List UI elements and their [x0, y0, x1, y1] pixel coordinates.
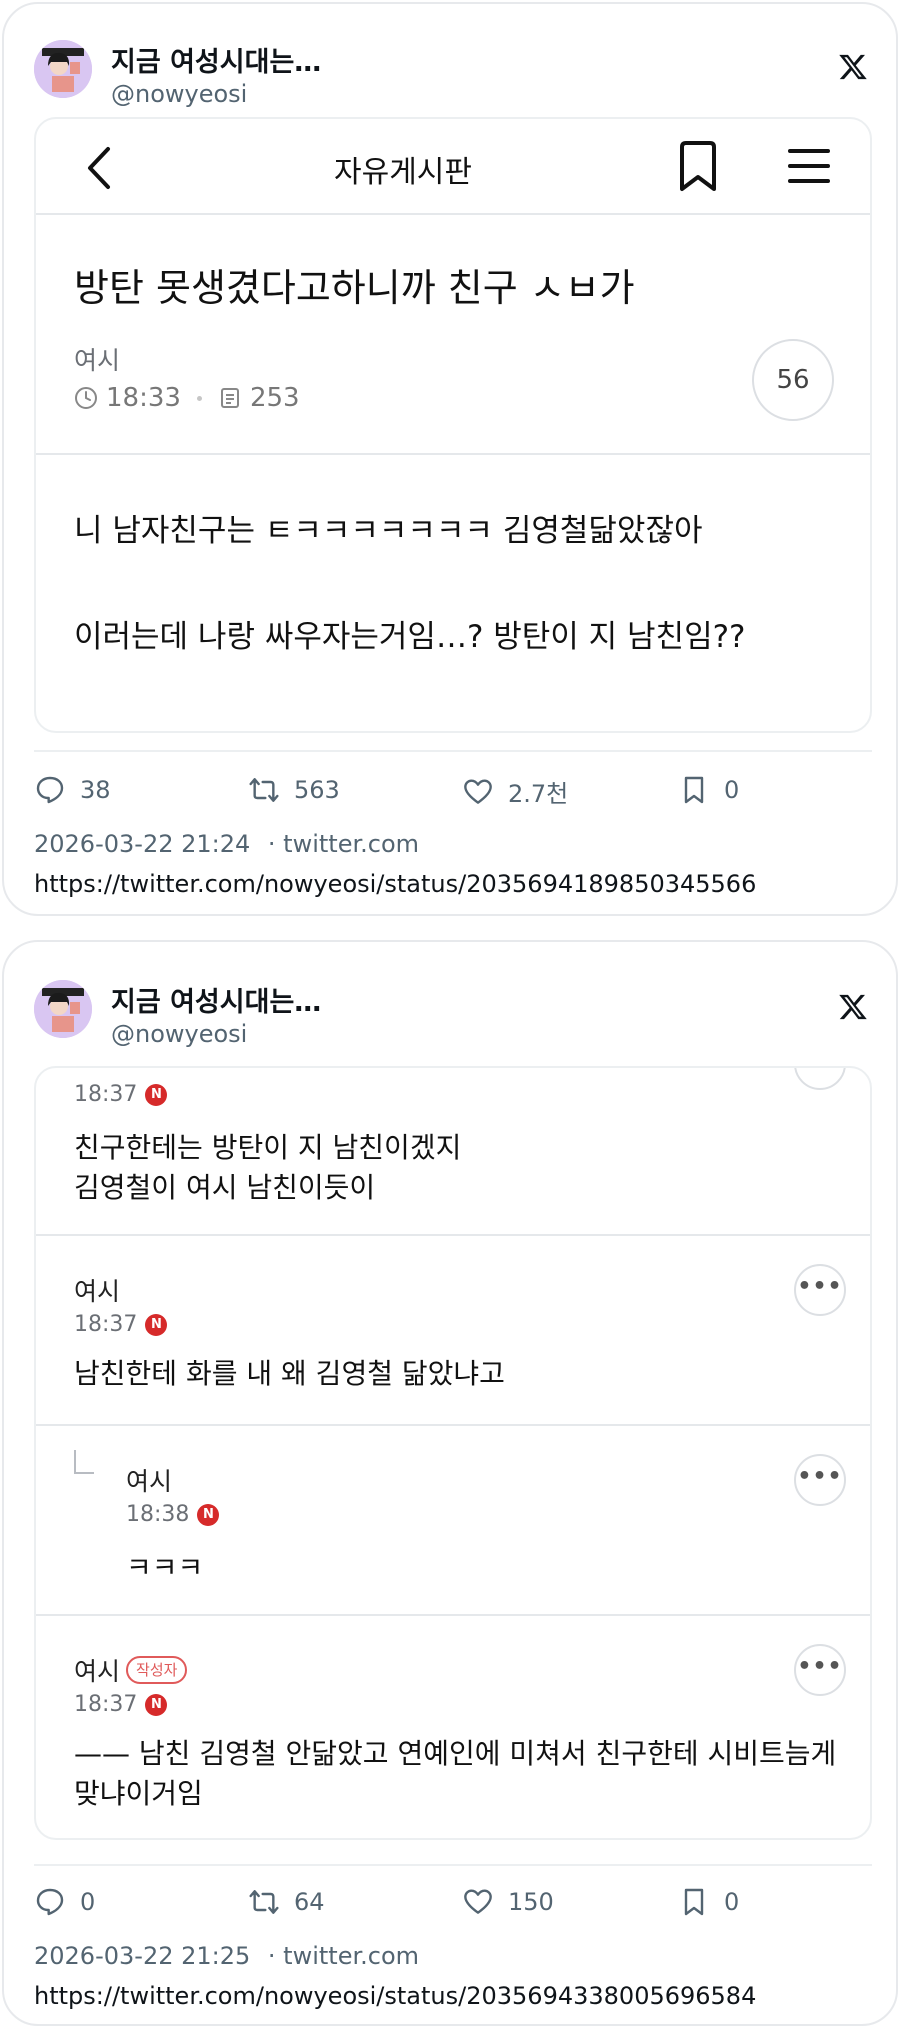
more-options-button[interactable]: •••: [794, 1644, 846, 1696]
like-count: 150: [508, 1888, 554, 1916]
comment-count-button[interactable]: 56: [752, 339, 834, 421]
bookmark-icon[interactable]: [676, 139, 720, 195]
divider: [34, 750, 872, 752]
more-options-button[interactable]: •••: [794, 1454, 846, 1506]
retweet-count: 563: [294, 776, 340, 804]
new-badge: N: [145, 1313, 168, 1336]
document-icon: [220, 388, 239, 408]
tweet-header: 지금 여성시대는… @nowyeosi: [4, 4, 896, 114]
post-title: 방탄 못생겼다고하니까 친구 ㅅㅂ가: [74, 266, 635, 310]
x-logo-icon[interactable]: [838, 52, 868, 82]
timestamp-text: 2026-03-22 21:24: [34, 830, 251, 858]
timestamp-text: 2026-03-22 21:25: [34, 1942, 251, 1970]
retweet-button[interactable]: 563: [248, 774, 340, 806]
tweet-card[interactable]: 지금 여성시대는… @nowyeosi ••• 18:37 N 친구한테는 방탄…: [2, 940, 898, 2026]
post-meta: 18:33 253: [74, 383, 300, 413]
avatar[interactable]: [34, 980, 92, 1038]
tweet-timestamp[interactable]: 2026-03-22 21:24 · twitter.com: [34, 830, 419, 858]
comment-author[interactable]: 여시 작성자: [74, 1652, 188, 1688]
x-logo-icon[interactable]: [838, 992, 868, 1022]
post-author[interactable]: 여시: [74, 341, 120, 377]
comment-item: 여시 작성자 18:37 N ••• —— 남친 김영철 안닮았고 연예인에 미…: [36, 1616, 870, 1838]
like-count: 2.7천: [508, 780, 569, 808]
hamburger-menu-icon[interactable]: [786, 143, 832, 189]
reply-count: 0: [80, 1888, 96, 1916]
source-text: · twitter.com: [267, 830, 420, 858]
bookmark-icon: [684, 1888, 704, 1916]
reply-indicator-icon: [74, 1450, 94, 1474]
board-navbar: 자유게시판: [36, 119, 870, 215]
retweet-icon: [249, 778, 279, 802]
post-header: 방탄 못생겼다고하니까 친구 ㅅㅂ가 여시 18:33 253 56: [36, 215, 870, 455]
reply-icon: [36, 776, 64, 804]
comment-time: 18:37 N: [74, 1312, 168, 1337]
clock-icon: [75, 387, 97, 409]
comment-time: 18:37 N: [74, 1082, 168, 1107]
display-name[interactable]: 지금 여성시대는…: [111, 40, 321, 79]
new-badge: N: [197, 1503, 220, 1526]
like-button[interactable]: 2.7천: [462, 774, 568, 809]
comment-author[interactable]: 여시: [74, 1272, 120, 1308]
reply-button[interactable]: 0: [34, 1886, 95, 1918]
bookmark-button[interactable]: 0: [678, 774, 739, 806]
more-options-button[interactable]: •••: [794, 1264, 846, 1316]
post-views: 253: [249, 383, 300, 413]
comment-text: 친구한테는 방탄이 지 남친이겠지 김영철이 여시 남친이듯이: [74, 1131, 462, 1204]
post-body-line: 이러는데 나랑 싸우자는거임…? 방탄이 지 남친임??: [74, 619, 746, 655]
user-handle[interactable]: @nowyeosi: [111, 1020, 247, 1048]
bookmark-button[interactable]: 0: [678, 1886, 739, 1918]
separator-dot: [196, 395, 202, 401]
comment-time: 18:38 N: [126, 1502, 220, 1527]
retweet-count: 64: [294, 1888, 325, 1916]
bookmark-count: 0: [724, 1888, 740, 1916]
writer-badge: 작성자: [126, 1656, 188, 1684]
divider: [34, 1864, 872, 1866]
retweet-button[interactable]: 64: [248, 1886, 325, 1918]
retweet-icon: [249, 1890, 279, 1914]
tweet-actions: 38 563 2.7천 0: [34, 774, 854, 814]
more-options-button[interactable]: •••: [794, 1068, 846, 1090]
tweet-header: 지금 여성시대는… @nowyeosi: [4, 942, 896, 1052]
reply-button[interactable]: 38: [34, 774, 111, 806]
like-button[interactable]: 150: [462, 1886, 554, 1918]
comment-author[interactable]: 여시: [126, 1462, 172, 1498]
comment-item: 여시 18:37 N ••• 남친한테 화를 내 왜 김영철 닮았냐고: [36, 1236, 870, 1426]
tweet-url[interactable]: https://twitter.com/nowyeosi/status/2035…: [34, 1982, 756, 2010]
post-body-line: 니 남자친구는 ㅌㅋㅋㅋㅋㅋㅋㅋ 김영철닮았잖아: [74, 513, 703, 549]
new-badge: N: [145, 1083, 168, 1106]
post-time: 18:33: [106, 383, 181, 413]
comment-text: —— 남친 김영철 안닮았고 연예인에 미쳐서 친구한테 시비트늠게 맞냐이거임: [74, 1737, 837, 1810]
tweet-url[interactable]: https://twitter.com/nowyeosi/status/2035…: [34, 870, 756, 898]
heart-icon: [464, 1889, 492, 1914]
user-handle[interactable]: @nowyeosi: [111, 80, 247, 108]
comment-text: ㅋㅋㅋ: [126, 1551, 204, 1584]
tweet-timestamp[interactable]: 2026-03-22 21:25 · twitter.com: [34, 1942, 419, 1970]
comment-item: ••• 18:37 N 친구한테는 방탄이 지 남친이겠지 김영철이 여시 남친…: [36, 1068, 870, 1236]
tweet-actions: 0 64 150 0: [34, 1886, 854, 1926]
display-name[interactable]: 지금 여성시대는…: [111, 980, 321, 1019]
screenshot-embed: 자유게시판 방탄 못생겼다고하니까 친구 ㅅㅂ가 여시 18:33 253 56…: [34, 117, 872, 733]
post-body: 니 남자친구는 ㅌㅋㅋㅋㅋㅋㅋㅋ 김영철닮았잖아 이러는데 나랑 싸우자는거임……: [74, 509, 834, 721]
tweet-card[interactable]: 지금 여성시대는… @nowyeosi 자유게시판 방탄 못생겼다고하니까 친구…: [2, 2, 898, 916]
reply-item: 여시 18:38 N ••• ㅋㅋㅋ: [36, 1426, 870, 1616]
reply-icon: [36, 1888, 64, 1916]
heart-icon: [464, 778, 492, 804]
comment-text: 남친한테 화를 내 왜 김영철 닮았냐고: [74, 1357, 505, 1390]
source-text: · twitter.com: [267, 1942, 420, 1970]
bookmark-count: 0: [724, 776, 740, 804]
avatar[interactable]: [34, 40, 92, 98]
new-badge: N: [145, 1693, 168, 1716]
screenshot-embed: ••• 18:37 N 친구한테는 방탄이 지 남친이겠지 김영철이 여시 남친…: [34, 1066, 872, 1840]
bookmark-icon: [684, 776, 704, 804]
reply-count: 38: [80, 776, 111, 804]
comment-time: 18:37 N: [74, 1692, 168, 1717]
